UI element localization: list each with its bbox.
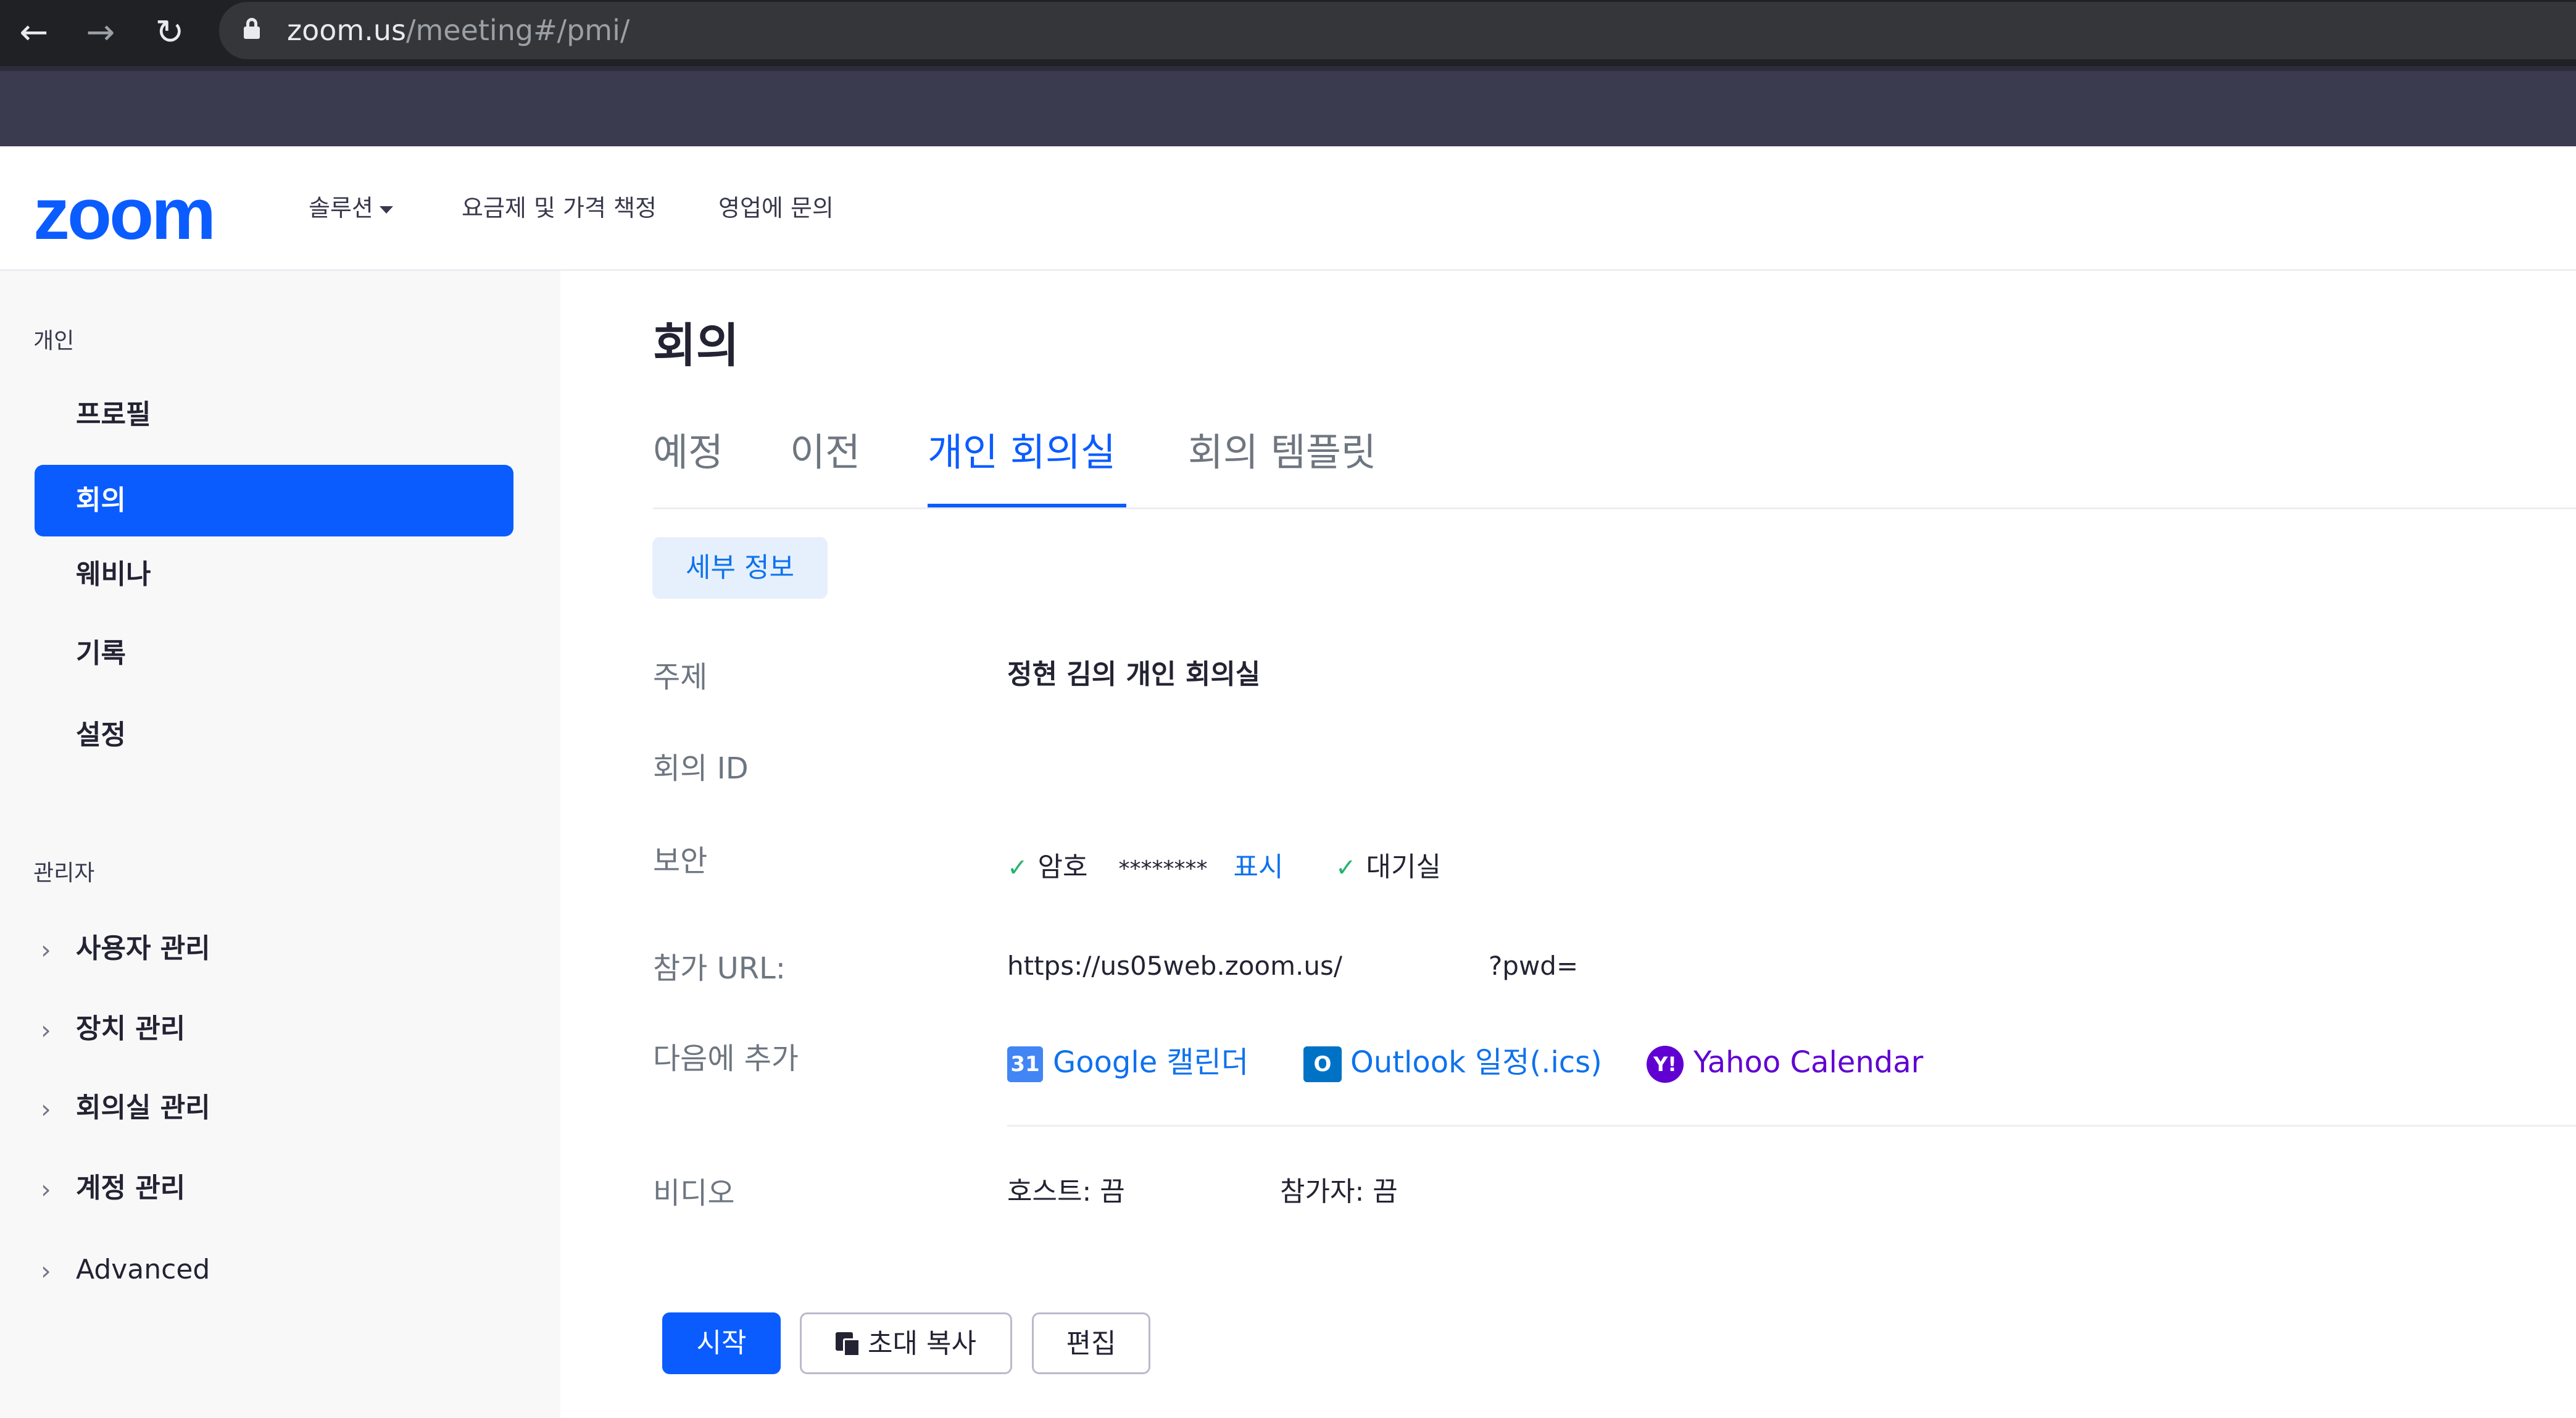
sidebar-section-personal: 개인	[33, 328, 75, 354]
topic-label: 주제	[653, 660, 708, 694]
chevron-right-icon[interactable]: ›	[41, 1171, 51, 1208]
outlook-calendar-label: Outlook 일정(.ics)	[1350, 1045, 1602, 1080]
sidebar-item-device-management[interactable]: 장치 관리	[76, 1011, 185, 1048]
tab-upcoming[interactable]: 예정	[653, 425, 723, 480]
outlook-calendar-link[interactable]: O Outlook 일정(.ics)	[1303, 1041, 1602, 1084]
sidebar-item-account-management[interactable]: 계정 관리	[76, 1170, 185, 1207]
video-label: 비디오	[653, 1176, 735, 1211]
back-arrow-icon[interactable]: ←	[12, 11, 56, 54]
copy-invitation-label: 초대 복사	[868, 1328, 976, 1359]
topic-value: 정현 김의 개인 회의실	[1007, 659, 1261, 690]
url-path: /meeting#/pmi/	[405, 14, 630, 47]
security-label: 보안	[653, 844, 708, 878]
copy-invitation-button[interactable]: 초대 복사	[800, 1312, 1012, 1374]
join-url-suffix[interactable]: ?pwd=	[1489, 945, 1578, 988]
start-button[interactable]: 시작	[662, 1312, 781, 1374]
join-url-prefix[interactable]: https://us05web.zoom.us/	[1007, 945, 1342, 988]
chevron-right-icon[interactable]: ›	[41, 1012, 51, 1049]
browser-toolbar: ← → ↻ zoom.us/meeting#/pmi/	[0, 0, 2576, 66]
tab-previous[interactable]: 이전	[790, 425, 860, 480]
add-to-label: 다음에 추가	[653, 1041, 799, 1076]
passcode-mask: ********	[1118, 856, 1208, 882]
sidebar-item-settings[interactable]: 설정	[76, 717, 126, 754]
sidebar-item-profile[interactable]: 프로필	[76, 396, 151, 433]
chevron-right-icon[interactable]: ›	[41, 1253, 51, 1290]
url-text[interactable]: zoom.us/meeting#/pmi/	[287, 13, 629, 48]
tab-meeting-templates[interactable]: 회의 템플릿	[1188, 425, 1376, 480]
host-video-value: 호스트: 끔	[1007, 1176, 1125, 1207]
site-header: zoom 솔루션 요금제 및 가격 책정 영업에 문의	[0, 146, 2576, 271]
zoom-logo[interactable]: zoom	[33, 171, 216, 257]
meeting-id-label: 회의 ID	[653, 751, 749, 786]
bookmark-bar	[0, 66, 2576, 146]
sidebar-item-recordings[interactable]: 기록	[76, 635, 126, 672]
tabs-divider	[653, 507, 2576, 509]
checkmark-icon: ✓	[1007, 854, 1028, 882]
copy-icon	[836, 1332, 862, 1358]
passcode-label: 암호	[1037, 851, 1088, 883]
sidebar-item-advanced[interactable]: Advanced	[76, 1251, 210, 1288]
reload-icon[interactable]: ↻	[148, 11, 191, 54]
outlook-icon: O	[1303, 1046, 1342, 1082]
sidebar-item-room-management[interactable]: 회의실 관리	[76, 1090, 210, 1127]
sidebar-item-user-management[interactable]: 사용자 관리	[76, 930, 210, 967]
checkmark-icon: ✓	[1336, 854, 1357, 882]
chevron-right-icon[interactable]: ›	[41, 932, 51, 969]
address-bar[interactable]: zoom.us/meeting#/pmi/	[219, 2, 2576, 59]
nav-pricing[interactable]: 요금제 및 가격 책정	[462, 190, 657, 227]
section-divider	[1007, 1125, 2576, 1127]
chevron-right-icon[interactable]: ›	[41, 1091, 51, 1128]
waiting-room-row: ✓ 대기실	[1336, 846, 1441, 890]
nav-solutions[interactable]: 솔루션	[309, 190, 393, 227]
nav-solutions-label: 솔루션	[309, 194, 373, 222]
edit-button[interactable]: 편집	[1032, 1312, 1150, 1374]
forward-arrow-icon[interactable]: →	[79, 11, 122, 54]
sidebar-item-webinars[interactable]: 웨비나	[76, 556, 151, 593]
show-passcode-link[interactable]: 표시	[1233, 851, 1283, 883]
sidebar-section-admin: 관리자	[33, 861, 95, 886]
sidebar: 개인 프로필 회의 웨비나 기록 설정 관리자 › 사용자 관리 › 장치 관리…	[0, 271, 560, 1418]
tab-personal-room[interactable]: 개인 회의실	[928, 425, 1116, 480]
url-host: zoom.us	[287, 14, 406, 47]
passcode-row: ✓ 암호 ******** 표시	[1007, 846, 1283, 891]
page-title: 회의	[653, 318, 739, 373]
nav-contact-sales[interactable]: 영업에 문의	[718, 190, 834, 227]
sidebar-item-meetings[interactable]: 회의	[35, 465, 513, 536]
waiting-room-label: 대기실	[1366, 851, 1441, 883]
google-calendar-label: Google 캘린더	[1053, 1045, 1249, 1080]
details-tab[interactable]: 세부 정보	[652, 537, 828, 599]
lock-icon[interactable]	[244, 18, 260, 40]
yahoo-calendar-label: Yahoo Calendar	[1693, 1045, 1924, 1080]
chevron-down-icon	[379, 206, 393, 214]
google-calendar-link[interactable]: 31 Google 캘린더	[1007, 1041, 1249, 1084]
yahoo-calendar-link[interactable]: Y! Yahoo Calendar	[1647, 1041, 1923, 1084]
google-calendar-icon: 31	[1007, 1046, 1043, 1082]
bookmark-bar-edge	[0, 66, 2576, 71]
yahoo-icon: Y!	[1647, 1046, 1684, 1083]
participant-video-value: 참가자: 끔	[1280, 1176, 1398, 1207]
join-url-label: 참가 URL:	[653, 951, 786, 986]
